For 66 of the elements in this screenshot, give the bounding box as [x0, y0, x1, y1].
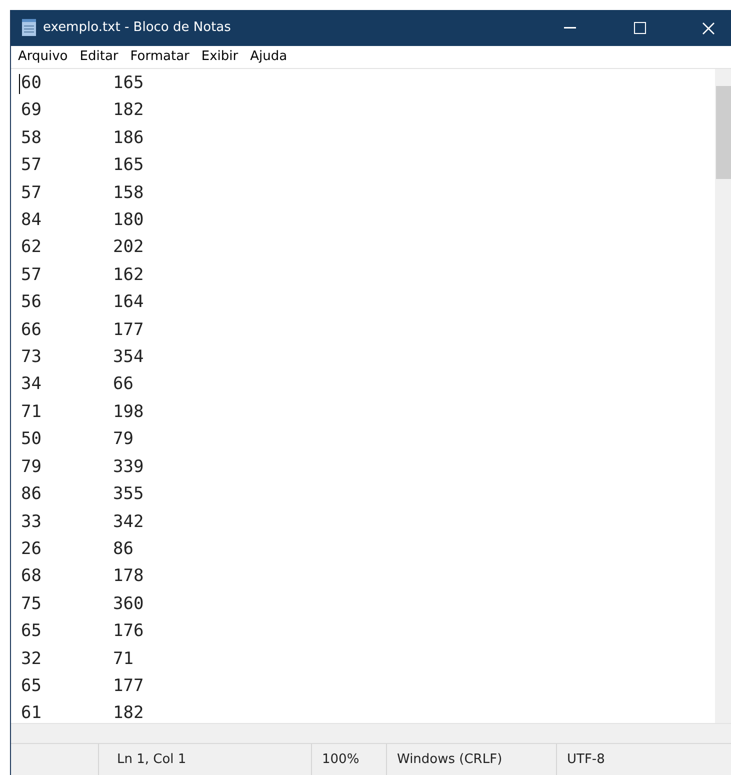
horizontal-scrollbar[interactable]: [11, 723, 731, 743]
text-value: 164: [113, 291, 144, 314]
text-value: 180: [113, 209, 144, 232]
text-value: 178: [113, 565, 144, 588]
text-value: 342: [113, 510, 144, 534]
vertical-scrollbar[interactable]: [715, 69, 731, 723]
text-value: 75: [21, 592, 42, 616]
text-value: 73: [21, 346, 42, 370]
text-value: 66: [21, 318, 42, 342]
text-value: 56: [21, 291, 42, 314]
text-value: 57: [21, 264, 42, 287]
text-value: 60: [21, 72, 42, 95]
notepad-icon: [21, 19, 37, 37]
window-title: exemplo.txt - Bloco de Notas: [43, 19, 231, 38]
text-value: 34: [21, 373, 42, 396]
encoding: UTF-8: [567, 750, 605, 769]
text-value: 57: [21, 182, 42, 205]
menu-item[interactable]: Ajuda: [244, 47, 294, 67]
text-value: 69: [21, 99, 42, 122]
text-value: 165: [113, 154, 144, 178]
text-value: 65: [21, 620, 42, 644]
text-area[interactable]: 60 165 69 182 58 186 57 165 57 158 84 180 62 202 57 162 56 164 66 177 73 354 34 66 71 198 50 79 79 339 86 355 33 342 26 86 68 178 75 360 65 176 32 71 65 177 61 182: [11, 69, 715, 723]
text-value: 360: [113, 592, 144, 616]
close-icon: [702, 22, 714, 34]
text-value: 71: [21, 400, 42, 424]
text-value: 79: [21, 456, 42, 479]
text-value: 158: [113, 182, 144, 205]
menu-item[interactable]: Arquivo: [12, 47, 74, 67]
text-value: 86: [113, 538, 134, 561]
text-value: 162: [113, 264, 144, 287]
text-value: 84: [21, 209, 42, 232]
text-value: 58: [21, 126, 42, 150]
text-value: 26: [21, 538, 42, 561]
text-value: 165: [113, 72, 144, 95]
text-value: 182: [113, 99, 144, 122]
text-value: 66: [113, 373, 134, 396]
cursor-position: Ln 1, Col 1: [117, 750, 186, 769]
menu-item[interactable]: Exibir: [195, 47, 244, 67]
text-value: 176: [113, 620, 144, 644]
text-cursor: [19, 74, 20, 94]
text-value: 202: [113, 236, 144, 260]
text-value: 198: [113, 400, 144, 424]
maximize-icon: [634, 22, 646, 34]
menu-item[interactable]: Editar: [74, 47, 124, 67]
text-value: 79: [113, 428, 134, 452]
text-value: 182: [113, 702, 144, 723]
minimize-icon: [564, 27, 576, 29]
text-value: 61: [21, 702, 42, 723]
menu-item[interactable]: Formatar: [124, 47, 196, 67]
text-value: 50: [21, 428, 42, 452]
text-value: 355: [113, 483, 144, 506]
text-value: 33: [21, 510, 42, 534]
text-value: 354: [113, 346, 144, 370]
text-value: 71: [113, 648, 134, 671]
text-value: 177: [113, 674, 144, 698]
text-value: 68: [21, 565, 42, 588]
text-value: 177: [113, 318, 144, 342]
text-value: 339: [113, 456, 144, 479]
text-value: 32: [21, 648, 42, 671]
line-ending: Windows (CRLF): [397, 750, 502, 769]
zoom-level: 100%: [322, 750, 360, 769]
text-value: 186: [113, 126, 144, 150]
text-value: 62: [21, 236, 42, 260]
text-value: 86: [21, 483, 42, 506]
text-value: 65: [21, 674, 42, 698]
text-value: 57: [21, 154, 42, 178]
